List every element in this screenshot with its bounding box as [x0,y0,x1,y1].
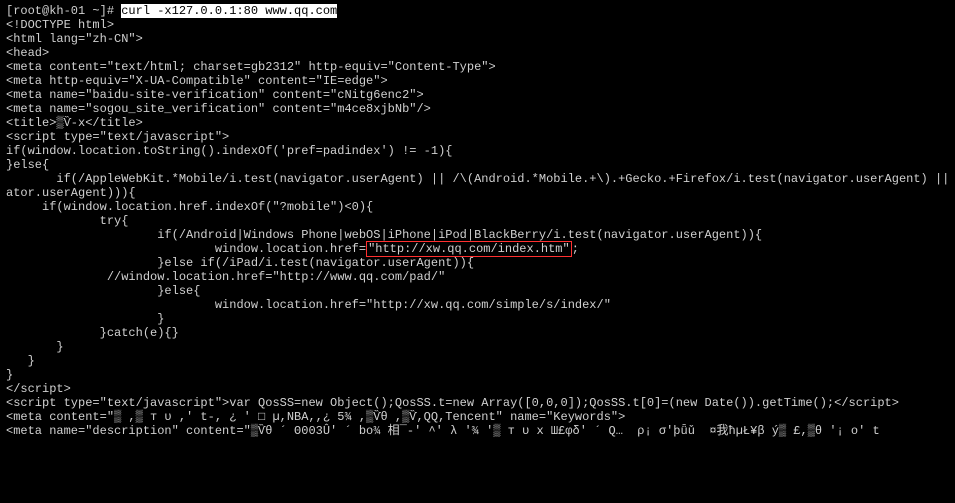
curl-output-block-2: }else if(/iPad/i.test(navigator.userAgen… [6,256,949,438]
output-line: <meta content="text/html; charset=gb2312… [6,60,949,74]
highlighted-url: "http://xw.qq.com/index.htm" [366,241,572,257]
output-line: ator.userAgent))){ [6,186,949,200]
output-line: }catch(e){} [6,326,949,340]
output-line: if(window.location.toString().indexOf('p… [6,144,949,158]
output-line: } [6,340,949,354]
shell-prompt: [root@kh-01 ~]# [6,4,121,18]
output-line: </script> [6,382,949,396]
output-line: <meta name="sogou_site_verification" con… [6,102,949,116]
output-line: <meta http-equiv="X-UA-Compatible" conte… [6,74,949,88]
hl-prefix: window.location.href= [6,242,366,256]
output-line: <!DOCTYPE html> [6,18,949,32]
output-line: } [6,354,949,368]
output-line: } [6,312,949,326]
output-line: <html lang="zh-CN"> [6,32,949,46]
output-line: }else{ [6,284,949,298]
output-line: }else{ [6,158,949,172]
output-line: window.location.href="http://xw.qq.com/s… [6,298,949,312]
output-line: <meta content="▒ ,▒ т υ ,' t-, ¿ ' □ µ,N… [6,410,949,424]
output-line: <script type="text/javascript">var QosSS… [6,396,949,410]
terminal-prompt-line: [root@kh-01 ~]# curl -x127.0.0.1:80 www.… [6,4,949,18]
highlighted-line: window.location.href="http://xw.qq.com/i… [6,242,949,256]
output-line: if(/AppleWebKit.*Mobile/i.test(navigator… [6,172,949,186]
hl-suffix: ; [572,242,579,256]
output-line: try{ [6,214,949,228]
output-line: if(window.location.href.indexOf("?mobile… [6,200,949,214]
output-line: <script type="text/javascript"> [6,130,949,144]
output-line: if(/Android|Windows Phone|webOS|iPhone|i… [6,228,949,242]
output-line: <meta name="baidu-site-verification" con… [6,88,949,102]
output-line: } [6,368,949,382]
output-line: <meta name="description" content="▒Ѷθ ´ … [6,424,949,438]
shell-command: curl -x127.0.0.1:80 www.qq.com [121,4,337,18]
curl-output-block-1: <!DOCTYPE html><html lang="zh-CN"><head>… [6,18,949,242]
output-line: }else if(/iPad/i.test(navigator.userAgen… [6,256,949,270]
output-line: //window.location.href="http://www.qq.co… [6,270,949,284]
output-line: <title>▒Ѷ-x</title> [6,116,949,130]
output-line: <head> [6,46,949,60]
